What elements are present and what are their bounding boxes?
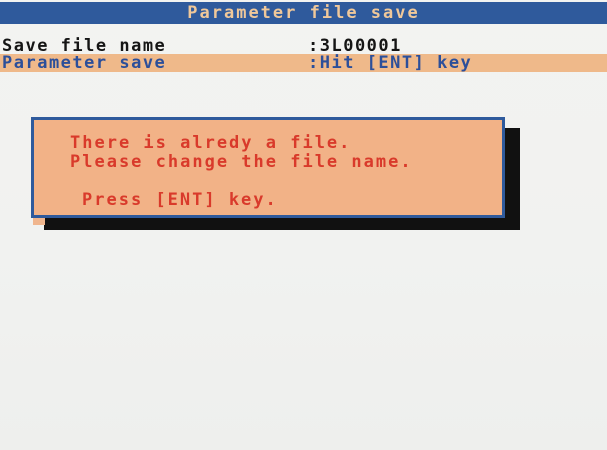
- terminal-screen: Parameter file save Save file name :3L00…: [0, 0, 607, 450]
- field-label-parameter-save: Parameter save: [2, 53, 167, 73]
- dialog-message-line-1: There is alredy a file.: [70, 133, 352, 153]
- dialog-message-line-2: Please change the file name.: [70, 152, 413, 172]
- file-exists-alert-dialog[interactable]: There is alredy a file. Please change th…: [31, 117, 505, 218]
- window-title: Parameter file save: [0, 2, 607, 24]
- field-value-parameter-save: :Hit [ENT] key: [308, 53, 473, 73]
- dialog-confirm-prompt[interactable]: Press [ENT] key.: [82, 190, 278, 210]
- field-row-parameter-save[interactable]: Parameter save :Hit [ENT] key: [0, 54, 607, 72]
